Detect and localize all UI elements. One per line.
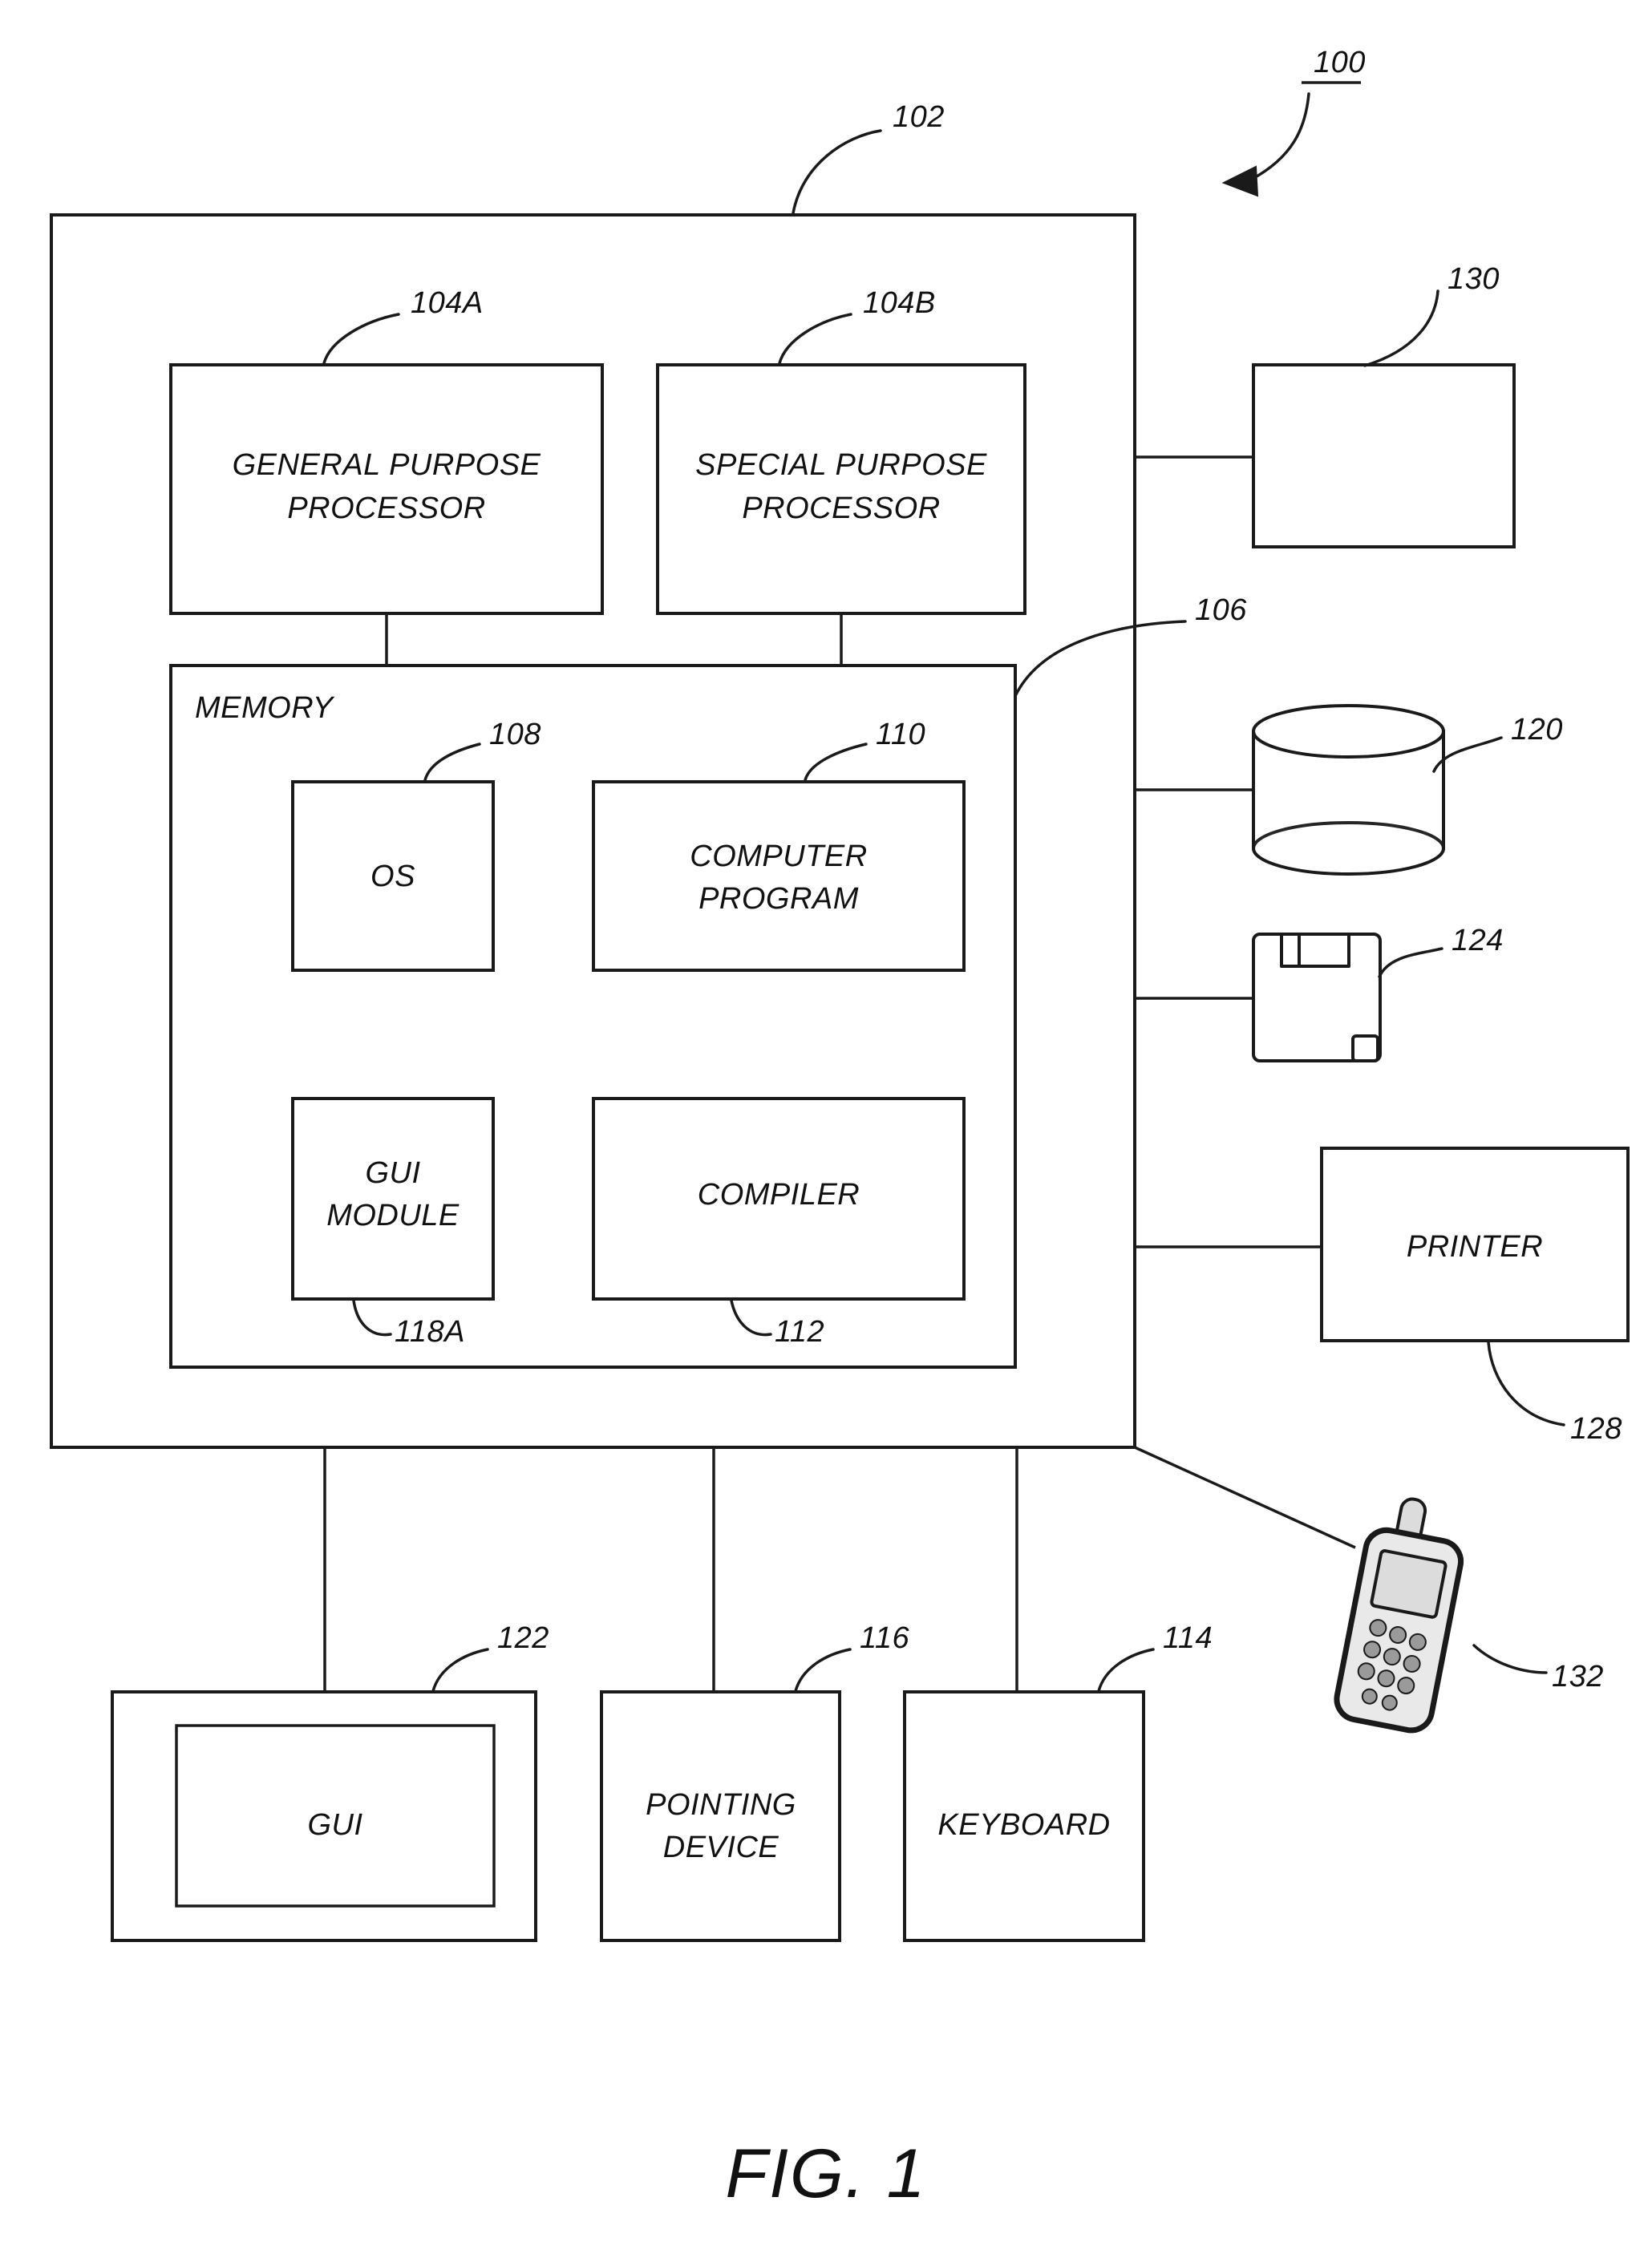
label-compiler: COMPILER	[698, 1178, 860, 1212]
ref-104B-leader-line	[778, 313, 852, 365]
ref-label-106: 106	[1195, 593, 1247, 627]
ref-104B-group: 104B	[778, 286, 936, 365]
ref-label-132: 132	[1552, 1660, 1604, 1693]
ref-label-122: 122	[497, 1621, 549, 1655]
ref-112-leader-line	[730, 1299, 772, 1337]
label-gui-module-line2: MODULE	[326, 1199, 460, 1232]
label-general-purpose-processor-line2: PROCESSOR	[287, 492, 485, 525]
ref-104A-group: 104A	[322, 286, 484, 365]
cylinder-top-ellipse	[1252, 704, 1445, 759]
label-pointing-device-line2: DEVICE	[663, 1831, 779, 1864]
ref-132-group: 132	[1472, 1644, 1604, 1693]
patent-figure-1: 100 102 GENERAL PURPOSE PROCESSOR 104A S…	[0, 0, 1652, 2262]
floppy-shutter	[1280, 933, 1350, 968]
ref-110-group: 110	[804, 718, 925, 782]
ref-122-group: 122	[431, 1621, 549, 1693]
ref-label-116: 116	[860, 1621, 909, 1655]
ref-108-leader-line	[423, 743, 481, 782]
icon-cylinder-database-120	[1252, 704, 1445, 876]
ref-label-114: 114	[1163, 1621, 1213, 1655]
ref-128-group: 128	[1487, 1341, 1622, 1446]
floppy-write-notch	[1351, 1034, 1379, 1062]
ref-116-leader-line	[794, 1648, 852, 1693]
ref-114-group: 114	[1097, 1621, 1213, 1693]
ref-114-leader-line	[1097, 1648, 1155, 1693]
connector-to-mobile-132	[1134, 1446, 1356, 1549]
label-pointing-device-line1: POINTING	[646, 1788, 796, 1822]
label-general-purpose-processor-line1: GENERAL PURPOSE	[233, 448, 541, 482]
label-gui-display: GUI	[307, 1808, 362, 1842]
icon-mobile-phone-132	[1334, 1497, 1464, 1734]
ref-label-130: 130	[1448, 262, 1500, 296]
ref-label-104B: 104B	[863, 286, 936, 320]
ref-100-arrowhead	[1221, 165, 1259, 197]
ref-label-124: 124	[1452, 924, 1504, 957]
ref-106-group: 106	[1014, 593, 1247, 698]
ref-128-leader-line	[1487, 1341, 1565, 1426]
ref-130-leader-line	[1363, 289, 1439, 367]
label-os: OS	[370, 860, 415, 893]
overall-ref-100-group: 100	[1221, 46, 1366, 197]
ref-116-group: 116	[794, 1621, 909, 1693]
label-memory: MEMORY	[195, 691, 335, 725]
label-printer: PRINTER	[1407, 1230, 1543, 1264]
ref-label-108: 108	[489, 718, 541, 751]
ref-118A-group: 118A	[352, 1299, 465, 1349]
ref-130-group: 130	[1363, 262, 1500, 367]
ref-124-group: 124	[1378, 924, 1504, 978]
phone-screen	[1370, 1549, 1448, 1619]
icon-floppy-disk-124	[1252, 933, 1382, 1062]
ref-118A-leader-line	[352, 1299, 392, 1337]
ref-label-128: 128	[1570, 1412, 1622, 1446]
ref-102-leader-line	[792, 129, 882, 215]
ref-label-112: 112	[775, 1315, 824, 1349]
ref-label-100: 100	[1314, 46, 1366, 79]
cylinder-bottom-arc	[1252, 847, 1445, 876]
ref-label-118A: 118A	[395, 1315, 465, 1349]
label-gui-module-line1: GUI	[365, 1156, 420, 1190]
ref-106-leader-line	[1014, 620, 1187, 698]
block-computer-program	[592, 780, 966, 972]
ref-label-104A: 104A	[411, 286, 484, 320]
ref-102-group: 102	[792, 100, 945, 215]
ref-100-leader-line	[1249, 92, 1310, 181]
floppy-body	[1252, 933, 1382, 1062]
block-device-130	[1252, 363, 1516, 548]
ref-110-leader-line	[804, 743, 868, 782]
figure-caption: FIG. 1	[726, 2135, 927, 2212]
ref-label-120: 120	[1511, 713, 1563, 747]
label-special-purpose-processor-line1: SPECIAL PURPOSE	[695, 448, 987, 482]
ref-104A-leader-line	[322, 313, 400, 365]
ref-label-110: 110	[876, 718, 925, 751]
ref-122-leader-line	[431, 1648, 489, 1693]
label-computer-program-line2: PROGRAM	[698, 882, 859, 916]
label-keyboard: KEYBOARD	[937, 1808, 1110, 1842]
block-special-purpose-processor	[656, 363, 1026, 615]
ref-112-group: 112	[730, 1299, 824, 1349]
cylinder-bottom-arc-back	[1252, 821, 1445, 850]
label-computer-program-line1: COMPUTER	[690, 840, 867, 873]
diagram-canvas: 100 102 GENERAL PURPOSE PROCESSOR 104A S…	[50, 46, 1630, 2212]
ref-120-group: 120	[1432, 713, 1563, 773]
ref-108-group: 108	[423, 718, 541, 782]
ref-132-leader-line	[1472, 1644, 1548, 1674]
ref-124-leader-line	[1378, 947, 1443, 978]
ref-label-102: 102	[893, 100, 945, 134]
label-special-purpose-processor-line2: PROCESSOR	[742, 492, 940, 525]
block-general-purpose-processor	[169, 363, 604, 615]
